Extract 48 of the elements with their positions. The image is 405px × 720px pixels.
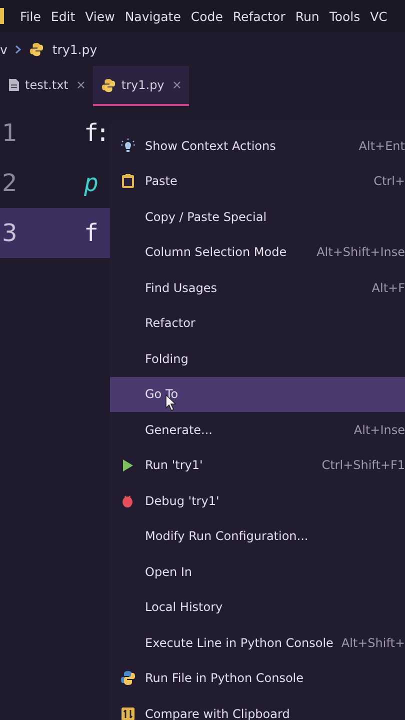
menu-item[interactable]: Refactor [232, 8, 286, 24]
context-menu-item[interactable]: Copy / Paste Special [110, 199, 405, 234]
bug-icon [121, 494, 134, 508]
play-icon [122, 458, 134, 472]
clipboard-icon [120, 173, 134, 190]
menu-item[interactable]: VC [370, 8, 388, 24]
menu-item[interactable]: File [20, 8, 41, 24]
code-text: p [83, 169, 96, 197]
context-menu-item[interactable]: Local History [110, 590, 405, 625]
context-menu-item[interactable]: Show Context Actions Alt+Ent [110, 128, 405, 164]
context-menu-item[interactable]: Refactor [110, 306, 405, 341]
context-menu-item[interactable]: Find Usages Alt+F [110, 270, 405, 306]
menu-item[interactable]: Tools [329, 8, 360, 24]
app-logo-icon [0, 8, 4, 24]
context-menu-item[interactable]: Execute Line in Python Console Alt+Shift+ [110, 625, 405, 660]
breadcrumb-item[interactable]: try1.py [52, 42, 98, 56]
menu-item[interactable]: Code [190, 8, 223, 24]
context-menu-item[interactable]: Go To [110, 376, 405, 412]
close-icon[interactable] [173, 81, 182, 89]
file-icon [8, 78, 20, 92]
python-icon [101, 78, 116, 92]
editor-tab[interactable]: test.txt [0, 66, 94, 106]
close-icon[interactable] [77, 81, 86, 89]
line-number: 3 [1, 219, 18, 247]
context-menu-item[interactable]: Run 'try1' Ctrl+Shift+F1 [110, 448, 405, 483]
code-text: f: [83, 119, 107, 147]
context-menu-item[interactable]: Compare with Clipboard [110, 696, 405, 720]
chevron-right-icon [15, 44, 22, 54]
python-icon [29, 42, 44, 56]
context-menu-item[interactable]: Paste Ctrl+ [110, 164, 405, 199]
context-menu-item[interactable]: Open In [110, 554, 405, 590]
lightbulb-icon [120, 138, 136, 154]
line-number: 2 [1, 169, 18, 197]
editor-tab[interactable]: try1.py [93, 66, 190, 106]
menu-item[interactable]: Run [295, 8, 320, 24]
python-icon [120, 670, 136, 686]
context-menu-item[interactable]: Column Selection Mode Alt+Shift+Inse [110, 234, 405, 270]
breadcrumb-item[interactable]: v [0, 42, 8, 56]
context-menu-item[interactable]: Run File in Python Console [110, 660, 405, 696]
menu-item[interactable]: View [85, 8, 115, 24]
menu-item[interactable]: Edit [50, 8, 76, 24]
code-text: f [83, 219, 96, 247]
line-number: 1 [1, 119, 18, 147]
context-menu-item[interactable]: Folding [110, 341, 405, 376]
context-menu-item[interactable]: Modify Run Configuration... [110, 518, 405, 554]
menu-item[interactable]: Navigate [124, 8, 181, 24]
context-menu-item[interactable]: Generate... Alt+Inse [110, 412, 405, 448]
context-menu-item[interactable]: Debug 'try1' [110, 483, 405, 518]
